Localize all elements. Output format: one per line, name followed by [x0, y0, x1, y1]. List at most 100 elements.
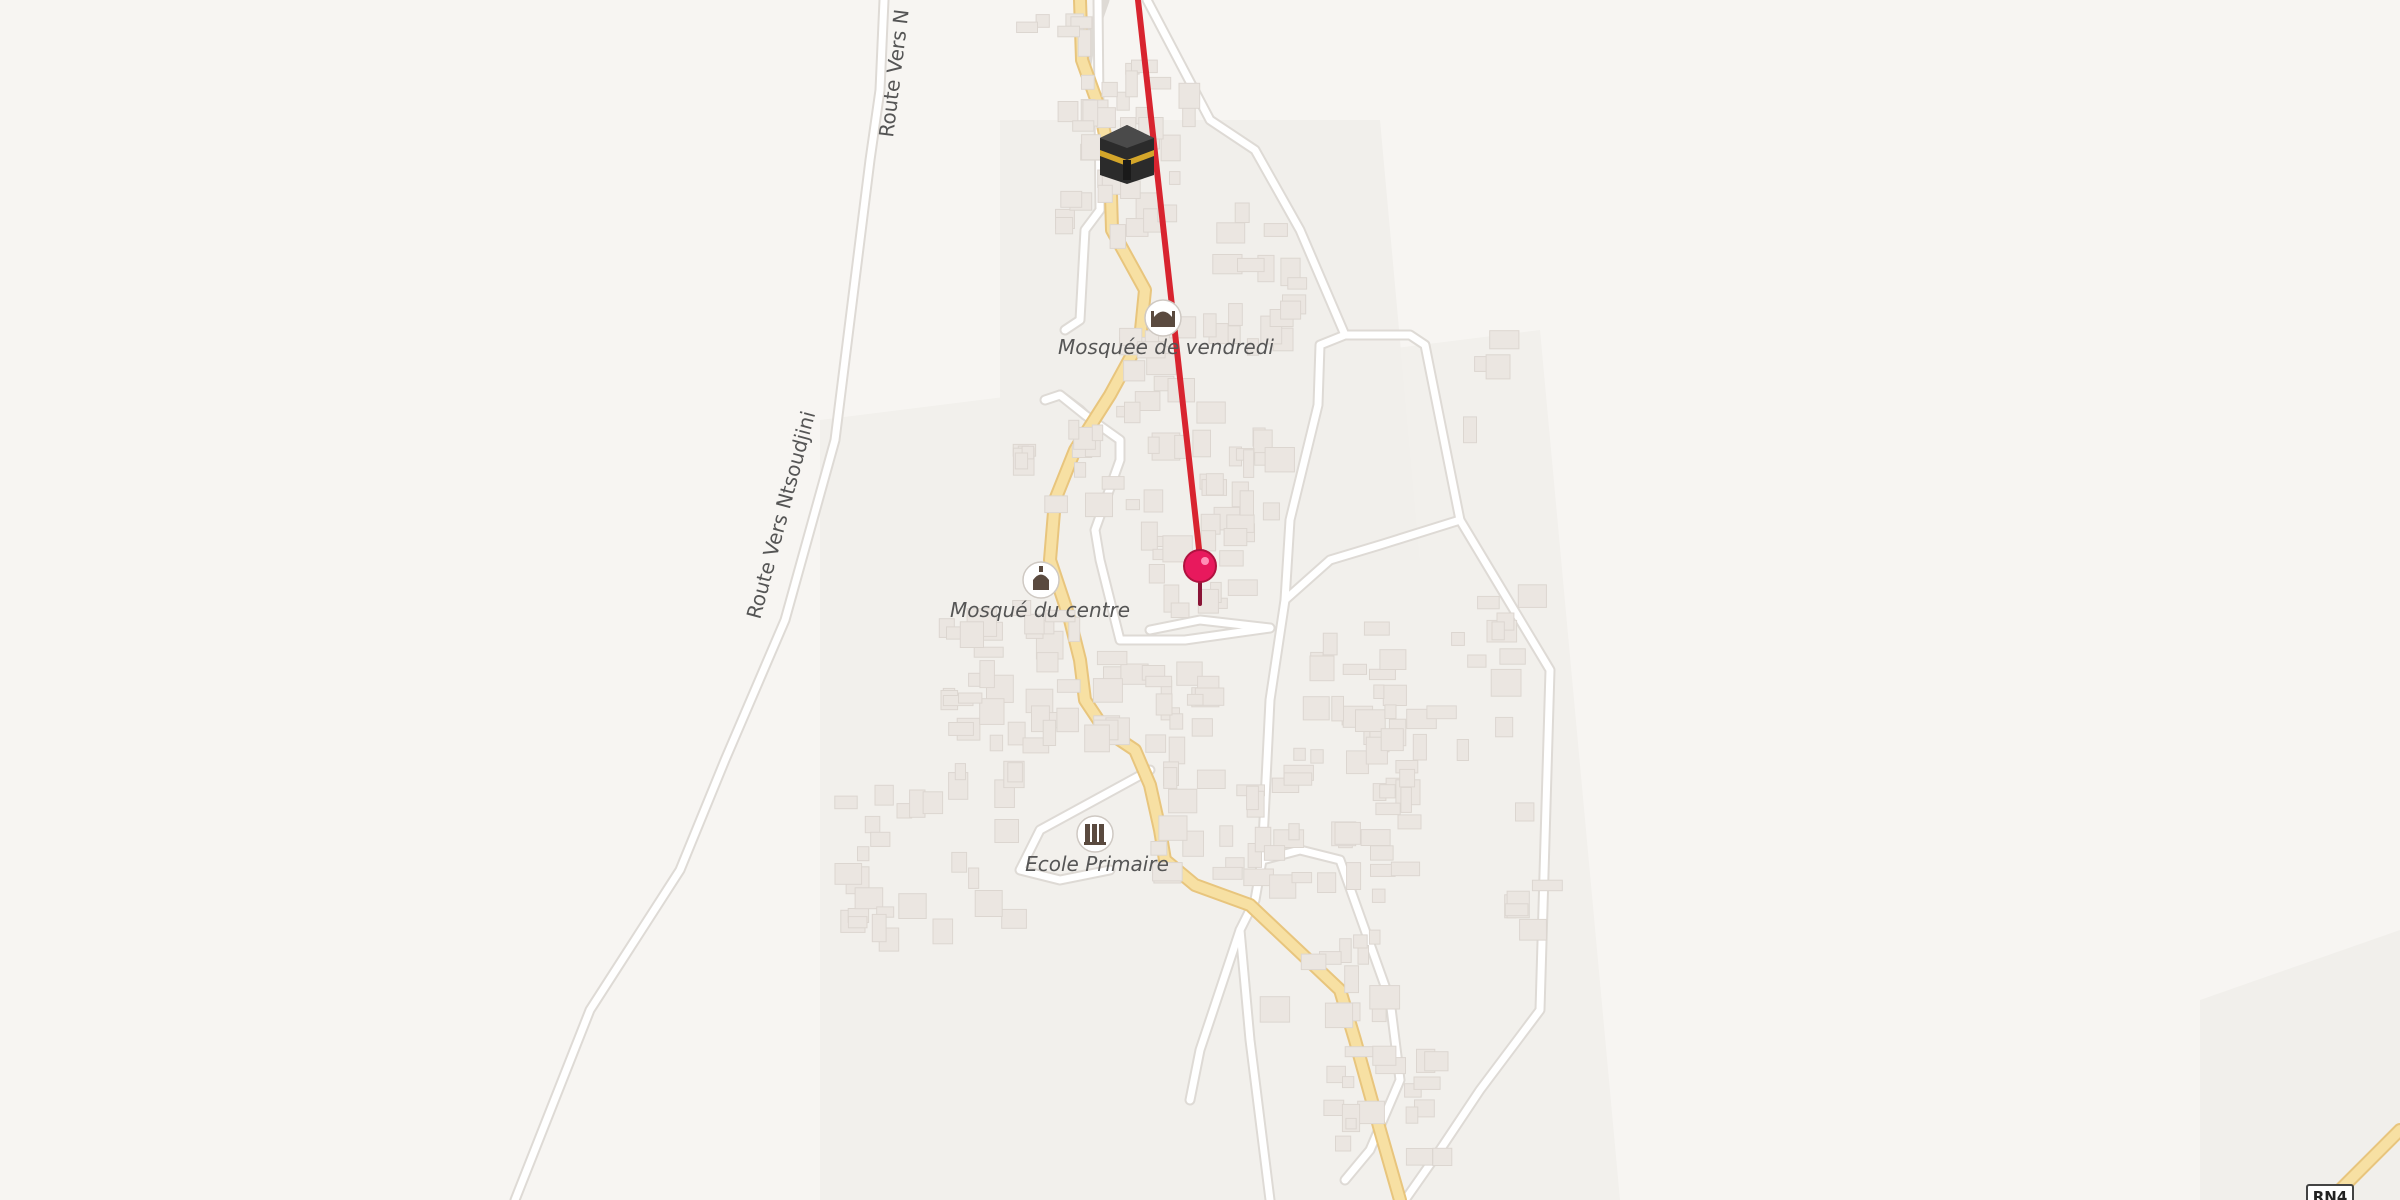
- building-footprint: [1317, 872, 1337, 893]
- building-footprint: [1081, 134, 1101, 161]
- building-footprint: [1123, 360, 1146, 382]
- building-footprint: [1186, 693, 1204, 706]
- building-footprint: [1302, 696, 1330, 721]
- road-label-ntsoudjini: Route Vers Ntsoudjini: [742, 408, 821, 621]
- building-footprint: [1060, 190, 1083, 208]
- building-footprint: [870, 831, 891, 847]
- poi-label-mosque-friday: Mosquée de vendredi: [1058, 335, 1274, 359]
- building-footprint: [1293, 747, 1306, 761]
- building-footprint: [854, 887, 884, 910]
- building-footprint: [1227, 579, 1258, 596]
- building-footprint: [1331, 695, 1345, 722]
- building-footprint: [1426, 705, 1457, 720]
- building-footprint: [1259, 996, 1291, 1023]
- building-footprint: [1155, 693, 1173, 716]
- building-footprint: [1477, 595, 1500, 610]
- building-footprint: [973, 646, 1004, 658]
- building-footprint: [1140, 521, 1158, 551]
- map-canvas[interactable]: Route Vers Ntsoudjini Route Vers N Mosqu…: [0, 0, 2400, 1200]
- building-footprint: [1353, 934, 1368, 949]
- building-footprint: [1068, 419, 1080, 440]
- building-footprint: [1056, 679, 1081, 693]
- building-footprint: [1334, 821, 1361, 845]
- building-footprint: [1322, 632, 1338, 656]
- building-footprint: [1390, 861, 1421, 877]
- building-footprint: [1397, 814, 1422, 830]
- building-footprint: [1219, 550, 1244, 567]
- building-footprint: [1092, 678, 1123, 703]
- building-footprint: [1243, 449, 1255, 478]
- poi-label-school: Ecole Primaire: [1025, 852, 1169, 876]
- building-footprint: [1216, 222, 1246, 244]
- building-footprint: [1124, 401, 1141, 424]
- poi-mosque-friday[interactable]: [1144, 299, 1182, 337]
- building-footprint: [1160, 134, 1181, 162]
- building-footprint: [1212, 866, 1243, 880]
- poi-mosque-center[interactable]: [1022, 561, 1060, 599]
- building-footprint: [1042, 719, 1057, 746]
- building-footprint: [1074, 462, 1087, 478]
- building-footprint: [932, 918, 954, 945]
- building-footprint: [1360, 829, 1391, 846]
- building-footprint: [1451, 632, 1465, 646]
- building-footprint: [1467, 654, 1487, 668]
- building-footprint: [1263, 845, 1286, 861]
- svg-text:RN4: RN4: [2313, 1188, 2348, 1200]
- building-footprint: [968, 867, 980, 889]
- building-footprint: [1077, 29, 1092, 57]
- building-footprint: [1263, 223, 1288, 237]
- building-footprint: [1234, 202, 1250, 223]
- building-footprint: [1169, 713, 1184, 730]
- poi-label-mosque-center: Mosqué du centre: [950, 598, 1130, 622]
- building-footprint: [1243, 868, 1274, 887]
- building-footprint: [1504, 903, 1529, 917]
- building-footprint: [1205, 473, 1224, 496]
- building-footprint: [1056, 707, 1079, 733]
- building-footprint: [1101, 476, 1125, 490]
- building-footprint: [959, 621, 984, 648]
- building-footprint: [1499, 648, 1526, 665]
- building-footprint: [1291, 872, 1313, 884]
- building-footprint: [1169, 171, 1181, 185]
- building-footprint: [1370, 845, 1394, 861]
- building-footprint: [1057, 25, 1081, 38]
- building-footprint: [1170, 602, 1190, 618]
- building-footprint: [1490, 668, 1522, 697]
- building-footprint: [834, 795, 858, 810]
- building-footprint: [1091, 424, 1104, 442]
- building-footprint: [1148, 564, 1165, 584]
- building-footprint: [1191, 718, 1213, 737]
- building-footprint: [1323, 1099, 1345, 1116]
- building-footprint: [1342, 1076, 1355, 1089]
- building-footprint: [1342, 663, 1367, 675]
- building-footprint: [1044, 495, 1068, 514]
- building-footprint: [1016, 21, 1038, 33]
- building-footprint: [994, 819, 1020, 843]
- building-footprint: [1055, 217, 1074, 235]
- building-footprint: [979, 698, 1005, 725]
- building-footprint: [1085, 492, 1113, 518]
- building-footprint: [1346, 862, 1362, 890]
- building-footprint: [1405, 1106, 1419, 1124]
- building-footprint: [1283, 772, 1313, 786]
- building-footprint: [1203, 313, 1217, 338]
- building-footprint: [1158, 815, 1188, 841]
- building-footprint: [1345, 1117, 1357, 1130]
- building-footprint: [1300, 953, 1327, 971]
- building-footprint: [1369, 985, 1401, 1010]
- building-footprint: [1432, 1147, 1453, 1167]
- building-footprint: [1145, 734, 1167, 753]
- building-footprint: [989, 734, 1004, 752]
- poi-school[interactable]: [1076, 815, 1114, 853]
- building-footprint: [1147, 436, 1160, 454]
- building-footprint: [1200, 530, 1217, 552]
- building-footprint: [1382, 684, 1407, 707]
- road-shield-rn4: RN4: [2306, 1184, 2354, 1200]
- building-footprint: [1178, 82, 1201, 109]
- building-footprint: [1225, 857, 1245, 869]
- building-footprint: [1413, 1076, 1441, 1090]
- building-footprint: [1096, 650, 1128, 666]
- building-footprint: [1324, 1002, 1354, 1029]
- building-footprint: [1344, 1046, 1375, 1058]
- building-footprint: [1371, 888, 1386, 903]
